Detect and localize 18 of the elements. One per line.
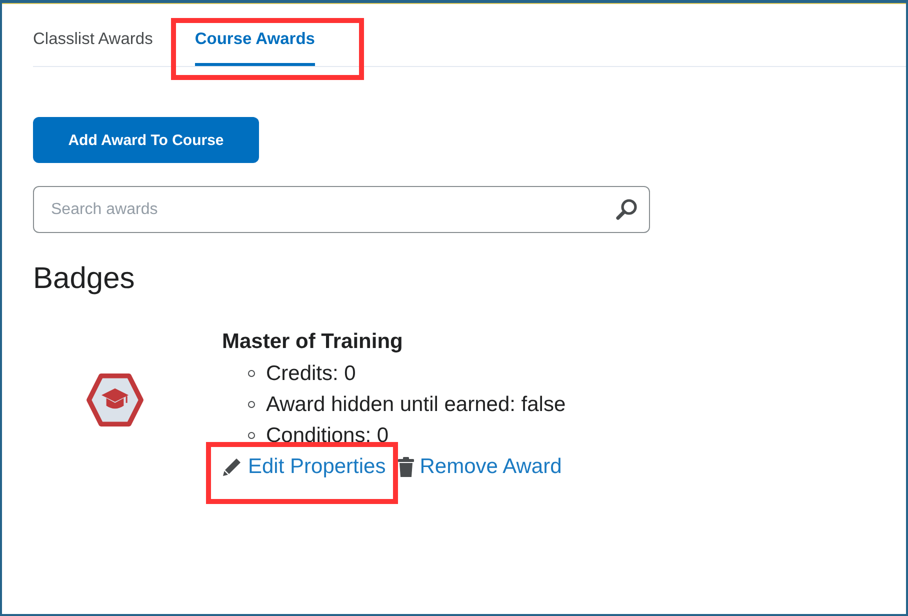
bullet-icon [248,432,255,439]
award-title: Master of Training [222,329,403,355]
pencil-icon[interactable] [222,456,242,476]
award-detail: Credits: 0 [266,361,356,386]
search-field[interactable]: Search awards [33,186,650,233]
award-action-link[interactable]: Remove Award [420,454,562,479]
trash-icon[interactable] [398,456,414,476]
award-detail: Conditions: 0 [266,423,389,448]
bullet-icon [248,370,255,377]
section-heading: Badges [33,261,135,297]
add-award-button[interactable]: Add Award To Course [33,117,259,163]
tab[interactable]: Classlist Awards [33,22,153,66]
award-action-link[interactable]: Edit Properties [248,454,386,479]
tab[interactable]: Course Awards [194,22,315,66]
award-detail: Award hidden until earned: false [266,392,566,417]
search-icon[interactable] [616,198,638,220]
bullet-icon [248,401,255,408]
graduation-cap-badge-icon [86,373,144,427]
